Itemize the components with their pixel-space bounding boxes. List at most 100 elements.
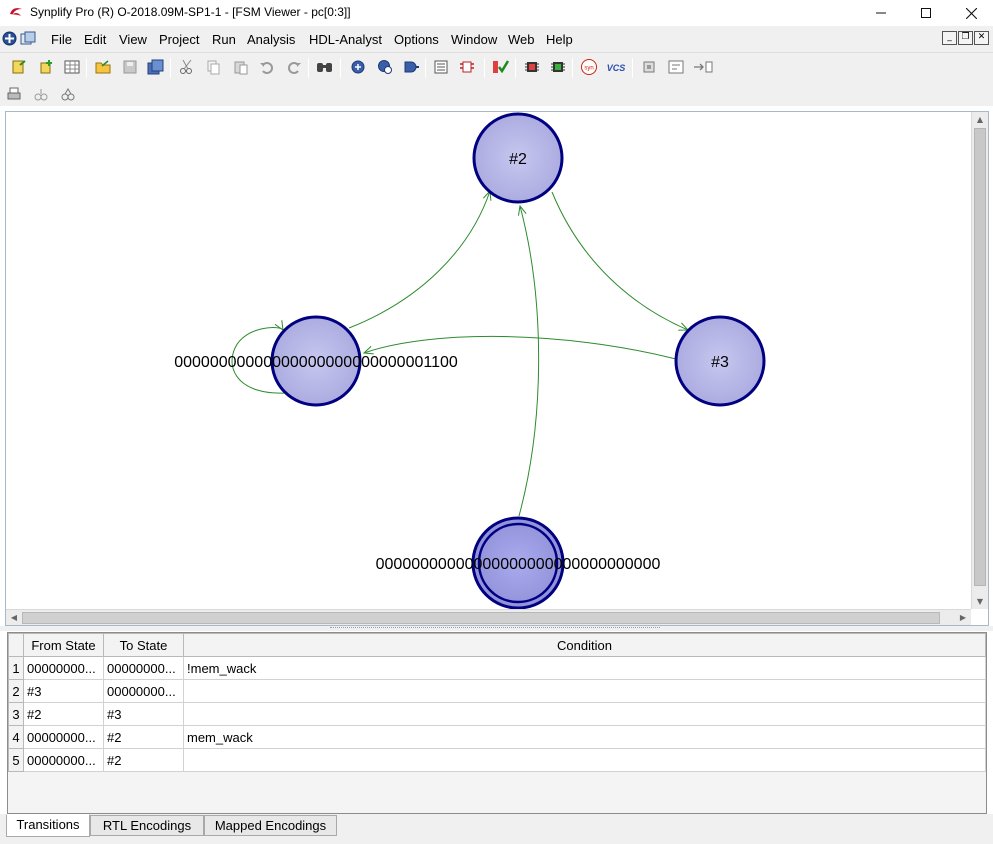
mdi-restore-icon[interactable]: ❐	[958, 31, 973, 45]
row-number: 1	[8, 656, 24, 680]
table-row[interactable]: 5 00000000... #2	[8, 748, 986, 772]
navigator-icon[interactable]	[2, 31, 17, 49]
grid-icon[interactable]	[62, 57, 82, 77]
to-state-header[interactable]: To State	[103, 633, 184, 657]
hierarchy-icon[interactable]	[666, 57, 686, 77]
constraint-icon[interactable]	[458, 57, 478, 77]
tab-rtl-encodings[interactable]: RTL Encodings	[90, 815, 204, 836]
scroll-right-icon[interactable]: ▶	[955, 610, 971, 625]
row-number: 2	[8, 679, 24, 703]
graph-horizontal-scrollbar[interactable]: ◀ ▶	[6, 609, 971, 625]
menu-view[interactable]: View	[119, 32, 147, 47]
save-icon[interactable]	[120, 57, 140, 77]
rtl-view-icon[interactable]	[401, 57, 421, 77]
settings-chip-icon[interactable]	[639, 57, 659, 77]
vertical-scroll-thumb[interactable]	[974, 128, 986, 586]
menu-bar: File Edit View Project Run Analysis HDL-…	[0, 26, 993, 52]
open-icon[interactable]	[93, 57, 113, 77]
edge-s3-to-s0[interactable]	[519, 206, 540, 517]
table-row[interactable]: 2 #3 00000000...	[8, 679, 986, 703]
close-icon[interactable]	[948, 0, 993, 26]
menu-options[interactable]: Options	[394, 32, 439, 47]
menu-analysis[interactable]: Analysis	[247, 32, 295, 47]
table-row[interactable]: 4 00000000... #2 mem_wack	[8, 725, 986, 749]
state-label-s2: #3	[711, 354, 729, 371]
table-row[interactable]: 1 00000000... 00000000... !mem_wack	[8, 656, 986, 680]
menu-window[interactable]: Window	[451, 32, 497, 47]
scroll-up-icon[interactable]: ▲	[972, 112, 988, 127]
menu-run[interactable]: Run	[212, 32, 236, 47]
condition-cell[interactable]	[183, 702, 986, 726]
undo-icon[interactable]	[257, 57, 277, 77]
pane-splitter[interactable]	[0, 626, 993, 631]
title-bar: Synplify Pro (R) O-2018.09M-SP1-1 - [FSM…	[0, 0, 993, 26]
condition-cell[interactable]: !mem_wack	[183, 656, 986, 680]
add-file-icon[interactable]	[36, 57, 56, 77]
condition-cell[interactable]: mem_wack	[183, 725, 986, 749]
mdi-minimize-icon[interactable]: _	[942, 31, 957, 45]
from-state-cell[interactable]: #3	[23, 679, 104, 703]
row-number: 3	[8, 702, 24, 726]
find-icon[interactable]	[315, 57, 335, 77]
syn-label: syn	[584, 66, 593, 72]
syn-icon[interactable]: syn	[579, 57, 599, 77]
state-node-s1[interactable]: 00000000000000000000000000001100	[174, 315, 458, 407]
from-state-cell[interactable]: 00000000...	[23, 656, 104, 680]
table-row[interactable]: 3 #2 #3	[8, 702, 986, 726]
condition-cell[interactable]	[183, 679, 986, 703]
state-node-s3-initial[interactable]: 00000000000000000000000000000000	[376, 516, 661, 609]
to-state-cell[interactable]: #3	[103, 702, 184, 726]
filter-icon[interactable]	[58, 84, 78, 104]
row-number: 5	[8, 748, 24, 772]
zoom-out-icon[interactable]	[375, 57, 395, 77]
tab-mapped-encodings[interactable]: Mapped Encodings	[204, 815, 337, 836]
menu-project[interactable]: Project	[159, 32, 199, 47]
horizontal-scroll-thumb[interactable]	[22, 612, 940, 624]
edge-s1-to-s0[interactable]	[348, 191, 490, 329]
from-state-header[interactable]: From State	[23, 633, 104, 657]
text-editor-icon[interactable]	[431, 57, 451, 77]
scroll-left-icon[interactable]: ◀	[6, 610, 22, 625]
menu-file[interactable]: File	[51, 32, 72, 47]
check-icon[interactable]	[491, 57, 511, 77]
condition-header[interactable]: Condition	[183, 633, 986, 657]
fsm-graph-canvas[interactable]: #2 00000000000000000000000000001100 #3 0…	[6, 112, 971, 609]
redo-icon[interactable]	[284, 57, 304, 77]
copy-icon[interactable]	[203, 57, 223, 77]
state-node-s2[interactable]: #3	[674, 315, 766, 407]
state-node-s0[interactable]: #2	[472, 112, 564, 204]
vcs-icon[interactable]: VCS	[605, 57, 627, 77]
to-state-cell[interactable]: 00000000...	[103, 679, 184, 703]
transitions-table: From State To State Condition 1 00000000…	[8, 633, 986, 772]
tab-transitions[interactable]: Transitions	[6, 814, 90, 837]
edge-s0-to-s2[interactable]	[551, 191, 688, 330]
save-all-icon[interactable]	[146, 57, 166, 77]
menu-hdl-analyst[interactable]: HDL-Analyst	[309, 32, 382, 47]
zoom-in-icon[interactable]	[348, 57, 368, 77]
from-state-cell[interactable]: #2	[23, 702, 104, 726]
window-list-icon[interactable]	[20, 31, 36, 49]
minimize-icon[interactable]	[858, 0, 904, 26]
print-icon[interactable]	[4, 84, 24, 104]
paste-icon[interactable]	[231, 57, 251, 77]
scroll-down-icon[interactable]: ▼	[972, 594, 988, 609]
to-state-cell[interactable]: #2	[103, 748, 184, 772]
to-state-cell[interactable]: 00000000...	[103, 656, 184, 680]
chip-icon[interactable]	[522, 57, 542, 77]
menu-help[interactable]: Help	[546, 32, 573, 47]
maximize-icon[interactable]	[903, 0, 949, 26]
mdi-close-icon[interactable]: ✕	[974, 31, 989, 45]
cross-probe-icon[interactable]	[31, 84, 51, 104]
chip-alt-icon[interactable]	[548, 57, 568, 77]
to-state-cell[interactable]: #2	[103, 725, 184, 749]
from-state-cell[interactable]: 00000000...	[23, 725, 104, 749]
secondary-toolbar	[0, 82, 993, 106]
from-state-cell[interactable]: 00000000...	[23, 748, 104, 772]
cut-icon[interactable]	[177, 57, 197, 77]
export-icon[interactable]	[692, 57, 716, 77]
new-project-icon[interactable]	[9, 57, 29, 77]
menu-edit[interactable]: Edit	[84, 32, 106, 47]
menu-web[interactable]: Web	[508, 32, 535, 47]
condition-cell[interactable]	[183, 748, 986, 772]
graph-vertical-scrollbar[interactable]: ▲ ▼	[971, 112, 988, 609]
